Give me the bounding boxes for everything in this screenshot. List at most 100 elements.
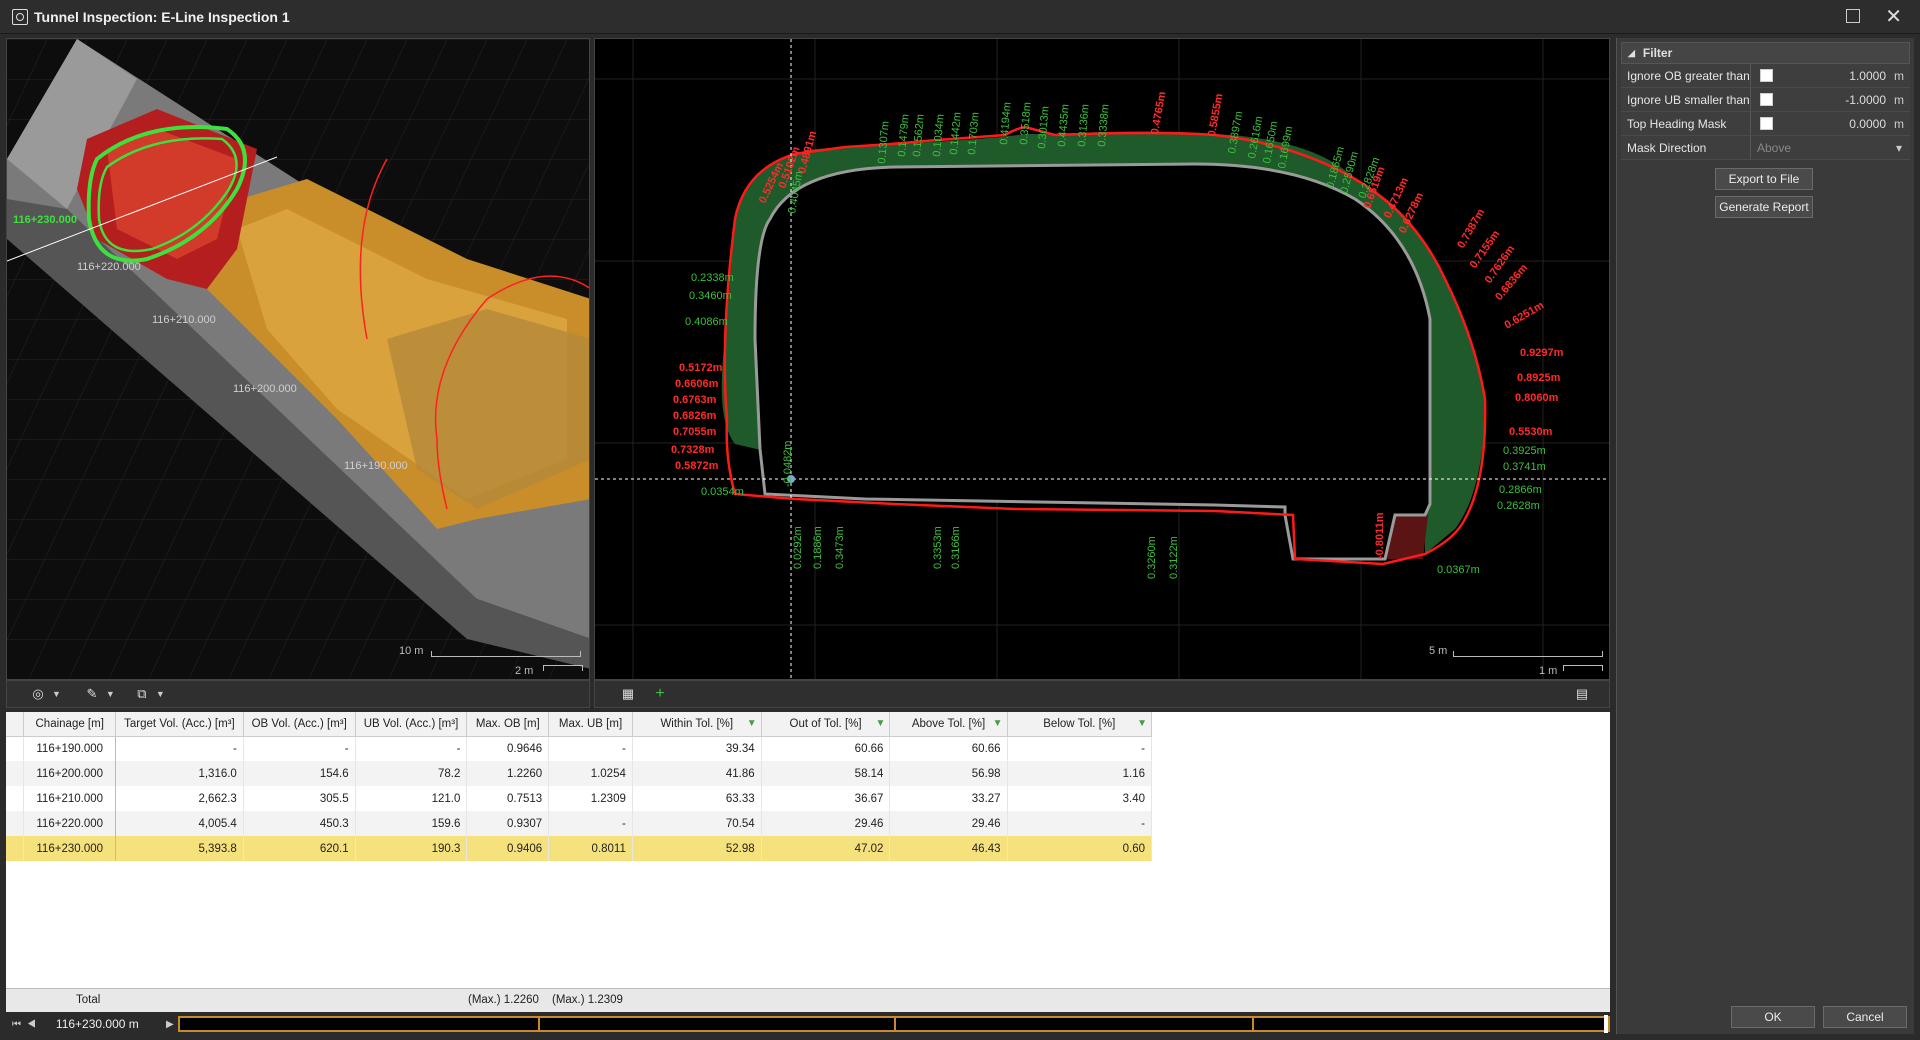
chevron-down-icon[interactable]: ▼ bbox=[106, 689, 115, 699]
table-cell[interactable]: - bbox=[548, 811, 633, 836]
ignore-ob-value[interactable]: 1.0000 bbox=[1781, 64, 1894, 87]
table-cell[interactable]: 1.16 bbox=[1007, 761, 1153, 786]
table-cell[interactable]: 58.14 bbox=[761, 761, 891, 786]
table-cell[interactable]: - bbox=[355, 736, 468, 761]
table-cell[interactable]: 3.40 bbox=[1007, 786, 1153, 811]
table-cell[interactable]: 159.6 bbox=[355, 811, 468, 836]
first-station-icon[interactable]: ⏮◀ bbox=[12, 1019, 42, 1030]
cancel-button[interactable]: Cancel bbox=[1823, 1006, 1907, 1028]
row-header[interactable] bbox=[6, 761, 25, 786]
current-chainage[interactable]: 116+230.000 m bbox=[56, 1017, 156, 1031]
table-cell[interactable]: 190.3 bbox=[355, 836, 468, 861]
slider-thumb[interactable] bbox=[1604, 1015, 1608, 1033]
table-cell[interactable]: 1.0254 bbox=[548, 761, 633, 786]
chevron-down-icon[interactable]: ▼ bbox=[156, 689, 165, 699]
table-cell[interactable]: 0.8011 bbox=[548, 836, 633, 861]
column-header[interactable]: Target Vol. (Acc.) [m³] bbox=[115, 712, 244, 737]
table-cell[interactable]: 0.9307 bbox=[466, 811, 550, 836]
table-cell[interactable]: 1.2309 bbox=[548, 786, 633, 811]
table-cell[interactable]: 39.34 bbox=[632, 736, 762, 761]
table-row[interactable]: 116+210.000 2,662.3 305.5 121.0 0.7513 1.2309… bbox=[6, 786, 1153, 811]
table-cell[interactable]: 0.60 bbox=[1007, 836, 1153, 861]
filter-funnel-icon[interactable]: ▼ bbox=[993, 718, 1003, 729]
table-cell[interactable]: 116+230.000 bbox=[23, 836, 117, 861]
table-cell[interactable]: - bbox=[548, 736, 633, 761]
table-cell[interactable]: 2,662.3 bbox=[115, 786, 244, 811]
table-cell[interactable]: 46.43 bbox=[889, 836, 1008, 861]
column-header[interactable]: Below Tol. [%] ▼ bbox=[1007, 712, 1153, 737]
close-window-button[interactable]: ✕ bbox=[1885, 4, 1902, 29]
column-header[interactable]: Out of Tol. [%] ▼ bbox=[761, 712, 891, 737]
layers-icon[interactable]: ⧉ bbox=[131, 683, 153, 705]
filter-funnel-icon[interactable]: ▼ bbox=[1137, 718, 1147, 729]
column-header[interactable]: Above Tol. [%] ▼ bbox=[889, 712, 1008, 737]
table-cell[interactable]: 36.67 bbox=[761, 786, 891, 811]
filter-funnel-icon[interactable]: ▼ bbox=[876, 718, 886, 729]
table-cell[interactable]: 5,393.8 bbox=[115, 836, 244, 861]
panel-toggle-icon[interactable]: ▤ bbox=[1571, 683, 1593, 705]
viewport-3d[interactable]: 116+230.000 116+220.000 116+210.000 116+… bbox=[6, 38, 590, 680]
table-cell[interactable]: - bbox=[115, 736, 244, 761]
mask-direction-select[interactable]: Above bbox=[1751, 136, 1910, 160]
table-cell[interactable]: - bbox=[243, 736, 356, 761]
ignore-ob-checkbox[interactable] bbox=[1759, 69, 1773, 82]
table-cell[interactable]: 305.5 bbox=[243, 786, 356, 811]
table-cell[interactable]: 56.98 bbox=[889, 761, 1008, 786]
row-header[interactable] bbox=[6, 736, 25, 761]
table-cell[interactable]: 154.6 bbox=[243, 761, 356, 786]
filter-section-header[interactable]: ◢ Filter bbox=[1621, 42, 1910, 64]
table-cell[interactable]: 0.7513 bbox=[466, 786, 550, 811]
collapse-icon[interactable]: ◢ bbox=[1628, 48, 1635, 59]
table-row[interactable]: 116+200.000 1,316.0 154.6 78.2 1.2260 1.0254 4… bbox=[6, 761, 1153, 786]
row-header[interactable] bbox=[6, 786, 25, 811]
view-mode-icon[interactable]: ◎ bbox=[27, 683, 49, 705]
restore-window-button[interactable] bbox=[1846, 9, 1860, 23]
ignore-ub-checkbox[interactable] bbox=[1759, 93, 1773, 106]
table-cell[interactable]: 29.46 bbox=[761, 811, 891, 836]
table-cell[interactable]: 0.9646 bbox=[466, 736, 550, 761]
table-cell[interactable]: 121.0 bbox=[355, 786, 468, 811]
table-cell[interactable]: 116+220.000 bbox=[23, 811, 117, 836]
table-cell[interactable]: - bbox=[1007, 811, 1153, 836]
table-row[interactable]: 116+220.000 4,005.4 450.3 159.6 0.9307-70.54… bbox=[6, 811, 1153, 836]
table-cell[interactable]: - bbox=[1007, 736, 1153, 761]
table-cell[interactable]: 33.27 bbox=[889, 786, 1008, 811]
grid-icon[interactable]: ▦ bbox=[617, 683, 639, 705]
row-header[interactable] bbox=[6, 836, 25, 861]
table-cell[interactable]: 0.9406 bbox=[466, 836, 550, 861]
column-header[interactable]: Max. UB [m] bbox=[548, 712, 633, 737]
table-cell[interactable]: 60.66 bbox=[761, 736, 891, 761]
table-cell[interactable]: 116+210.000 bbox=[23, 786, 117, 811]
export-to-file-button[interactable]: Export to File bbox=[1715, 168, 1813, 190]
table-cell[interactable]: 78.2 bbox=[355, 761, 468, 786]
table-cell[interactable]: 52.98 bbox=[632, 836, 762, 861]
column-header[interactable]: OB Vol. (Acc.) [m³] bbox=[243, 712, 356, 737]
table-cell[interactable]: 116+200.000 bbox=[23, 761, 117, 786]
column-header[interactable]: Within Tol. [%] ▼ bbox=[632, 712, 762, 737]
table-cell[interactable]: 70.54 bbox=[632, 811, 762, 836]
table-cell[interactable]: 116+190.000 bbox=[23, 736, 117, 761]
table-cell[interactable]: 41.86 bbox=[632, 761, 762, 786]
viewport-2d-profile[interactable]: 0.4891m 0.5102m 0.5254m 0.4765m 0.5855m … bbox=[594, 38, 1610, 680]
row-header[interactable] bbox=[6, 811, 25, 836]
top-heading-mask-value[interactable]: 0.0000 bbox=[1781, 112, 1894, 135]
table-cell[interactable]: 1,316.0 bbox=[115, 761, 244, 786]
ignore-ub-value[interactable]: -1.0000 bbox=[1781, 88, 1894, 111]
ok-button[interactable]: OK bbox=[1731, 1006, 1815, 1028]
table-row[interactable]: 116+230.000 5,393.8 620.1 190.3 0.9406 0.8011… bbox=[6, 836, 1153, 861]
table-cell[interactable]: 1.2260 bbox=[466, 761, 550, 786]
column-header[interactable]: Chainage [m] bbox=[23, 712, 117, 737]
generate-report-button[interactable]: Generate Report bbox=[1715, 196, 1813, 218]
table-row[interactable]: 116+190.000- - -0.9646-39.34 60.66 60.66- bbox=[6, 736, 1153, 761]
chevron-down-icon[interactable]: ▼ bbox=[52, 689, 61, 699]
top-heading-mask-checkbox[interactable] bbox=[1759, 117, 1773, 130]
filter-funnel-icon[interactable]: ▼ bbox=[747, 718, 757, 729]
add-icon[interactable]: + bbox=[649, 683, 671, 705]
table-cell[interactable]: 63.33 bbox=[632, 786, 762, 811]
table-cell[interactable]: 620.1 bbox=[243, 836, 356, 861]
table-cell[interactable]: 60.66 bbox=[889, 736, 1008, 761]
column-header[interactable]: UB Vol. (Acc.) [m³] bbox=[355, 712, 468, 737]
table-cell[interactable]: 450.3 bbox=[243, 811, 356, 836]
column-header[interactable]: Max. OB [m] bbox=[466, 712, 550, 737]
table-cell[interactable]: 47.02 bbox=[761, 836, 891, 861]
